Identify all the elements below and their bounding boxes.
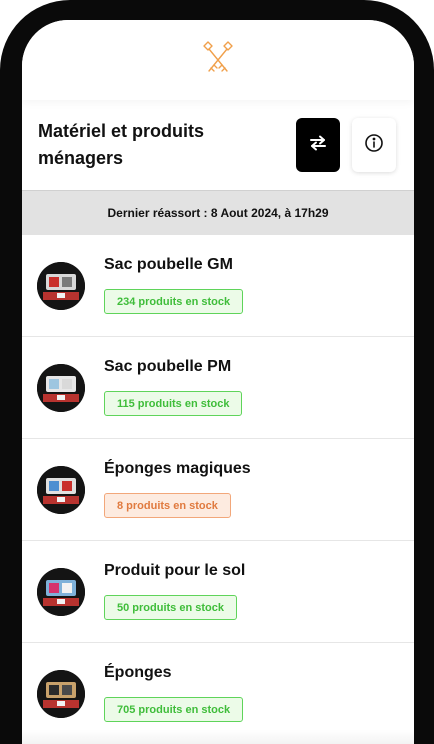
stock-badge: 115 produits en stock — [104, 391, 243, 416]
product-name: Sac poubelle GM — [104, 256, 233, 273]
switch-button[interactable] — [296, 118, 340, 172]
stock-badge: 234 produits en stock — [104, 289, 244, 314]
bottom-fade — [22, 730, 414, 744]
product-name: Éponges magiques — [104, 460, 251, 477]
product-thumbnail — [37, 568, 85, 616]
stock-badge: 705 produits en stock — [104, 697, 244, 722]
list-item[interactable]: Éponges magiques 8 produits en stock — [22, 439, 414, 541]
list-item[interactable]: Sac poubelle GM 234 produits en stock — [22, 235, 414, 337]
product-list: Sac poubelle GM 234 produits en stock Sac … — [22, 235, 414, 744]
product-thumbnail — [37, 262, 85, 310]
page-header: Matériel et produits ménagers — [22, 100, 414, 190]
product-name: Éponges — [104, 664, 172, 681]
list-item[interactable]: Sac poubelle PM 115 produits en stock — [22, 337, 414, 439]
product-name: Produit pour le sol — [104, 562, 246, 579]
crossed-keys-logo — [198, 38, 238, 83]
stock-badge: 50 produits en stock — [104, 595, 237, 620]
product-thumbnail — [37, 364, 85, 412]
swap-arrows-icon — [309, 135, 327, 156]
page-title: Matériel et produits ménagers — [38, 121, 205, 168]
list-item[interactable]: Éponges 705 produits en stock — [22, 643, 414, 744]
info-button[interactable] — [352, 118, 396, 172]
restock-banner: Dernier réassort : 8 Aout 2024, à 17h29 — [22, 190, 414, 235]
stock-badge: 8 produits en stock — [104, 493, 231, 518]
product-thumbnail — [37, 466, 85, 514]
top-bar — [22, 20, 414, 100]
restock-text: Dernier réassort : 8 Aout 2024, à 17h29 — [107, 206, 329, 220]
list-item[interactable]: Produit pour le sol 50 produits en stock — [22, 541, 414, 643]
product-name: Sac poubelle PM — [104, 358, 232, 375]
product-thumbnail — [37, 670, 85, 718]
info-circle-icon — [364, 133, 384, 158]
app-screen: Matériel et produits ménagers Dernier ré… — [22, 20, 414, 744]
